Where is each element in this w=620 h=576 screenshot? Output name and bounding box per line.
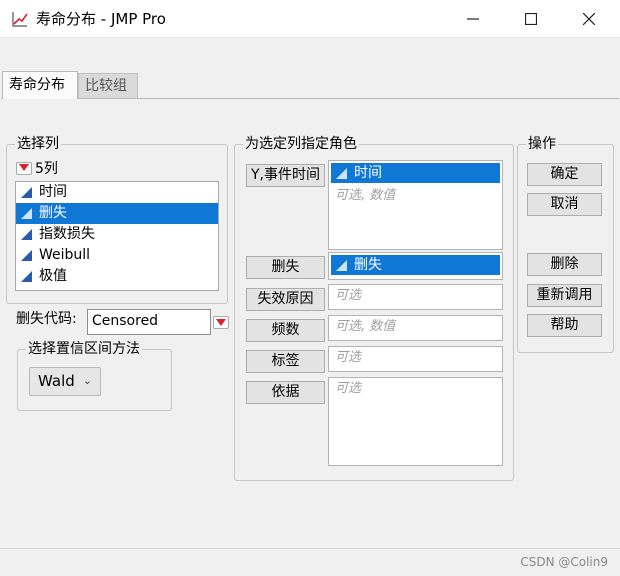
failure-cause-role-box[interactable]: 可选 [328,284,503,310]
censor-code-menu-button[interactable] [213,316,229,329]
column-count: 5列 [35,161,58,177]
censor-code-label: 删失代码: [16,311,77,327]
censor-code-field[interactable]: Censored [87,309,211,335]
window-title: 寿命分布 - JMP Pro [36,10,166,28]
freq-role-box[interactable]: 可选, 数值 [328,315,503,341]
continuous-icon [21,187,32,198]
by-placeholder: 可选 [335,381,362,396]
red-triangle-icon [19,164,29,171]
list-item-exp-loss[interactable]: 指数损失 [16,224,218,245]
chart-line-icon [12,12,28,27]
close-icon [583,13,595,25]
by-role-box[interactable]: 可选 [328,377,503,466]
maximize-icon [525,13,537,25]
column-list[interactable]: 时间 删失 指数损失 Weibull 极值 [15,181,219,291]
list-item-censor[interactable]: 删失 [16,203,218,224]
minimize-icon [467,18,479,20]
column-count-row: 5列 [16,158,58,178]
tab-compare-groups[interactable]: 比较组 [78,73,138,99]
title-bar: 寿命分布 - JMP Pro [0,0,620,38]
continuous-icon [336,167,347,179]
failure-cause-button[interactable]: 失效原因 [246,288,325,311]
label-button[interactable]: 标签 [246,350,325,373]
actions-title: 操作 [526,135,558,153]
select-columns-title: 选择列 [15,135,61,153]
freq-button[interactable]: 频数 [246,319,325,342]
label-placeholder: 可选 [335,350,362,365]
column-menu-button[interactable] [16,161,32,175]
continuous-icon [21,271,32,282]
ok-button[interactable]: 确定 [527,163,602,186]
continuous-icon [21,229,32,240]
list-item-time[interactable]: 时间 [16,182,218,203]
minimize-button[interactable] [450,0,496,38]
y-time-placeholder: 可选, 数值 [335,188,396,203]
censor-role-item[interactable]: 删失 [331,255,500,275]
close-button[interactable] [566,0,612,38]
censor-role-box[interactable]: 删失 [328,252,503,280]
list-item-weibull[interactable]: Weibull [16,245,218,266]
roles-title: 为选定列指定角色 [243,135,359,153]
remove-button[interactable]: 删除 [527,253,602,276]
chevron-down-icon: ⌄ [82,374,92,387]
recall-button[interactable]: 重新调用 [527,284,602,307]
help-button[interactable]: 帮助 [527,314,602,337]
continuous-icon [336,259,347,271]
by-button[interactable]: 依据 [246,381,325,404]
status-bar: CSDN @Colin9 [0,548,620,576]
failure-cause-placeholder: 可选 [335,288,362,303]
list-item-extreme[interactable]: 极值 [16,266,218,287]
continuous-icon [21,250,32,261]
cancel-button[interactable]: 取消 [527,193,602,216]
y-time-role-box[interactable]: 时间 可选, 数值 [328,160,503,250]
tab-life-distribution[interactable]: 寿命分布 [2,71,78,99]
watermark: CSDN @Colin9 [520,555,608,569]
censor-role-button[interactable]: 删失 [246,256,325,279]
red-triangle-icon [216,318,226,326]
y-time-role-item[interactable]: 时间 [331,163,500,183]
ci-method-select[interactable]: Wald ⌄ [29,367,101,396]
y-time-button[interactable]: Y,事件时间 [246,164,325,187]
maximize-button[interactable] [508,0,554,38]
continuous-icon [21,208,32,219]
freq-placeholder: 可选, 数值 [335,319,396,334]
ci-method-title: 选择置信区间方法 [26,340,142,358]
label-role-box[interactable]: 可选 [328,346,503,372]
